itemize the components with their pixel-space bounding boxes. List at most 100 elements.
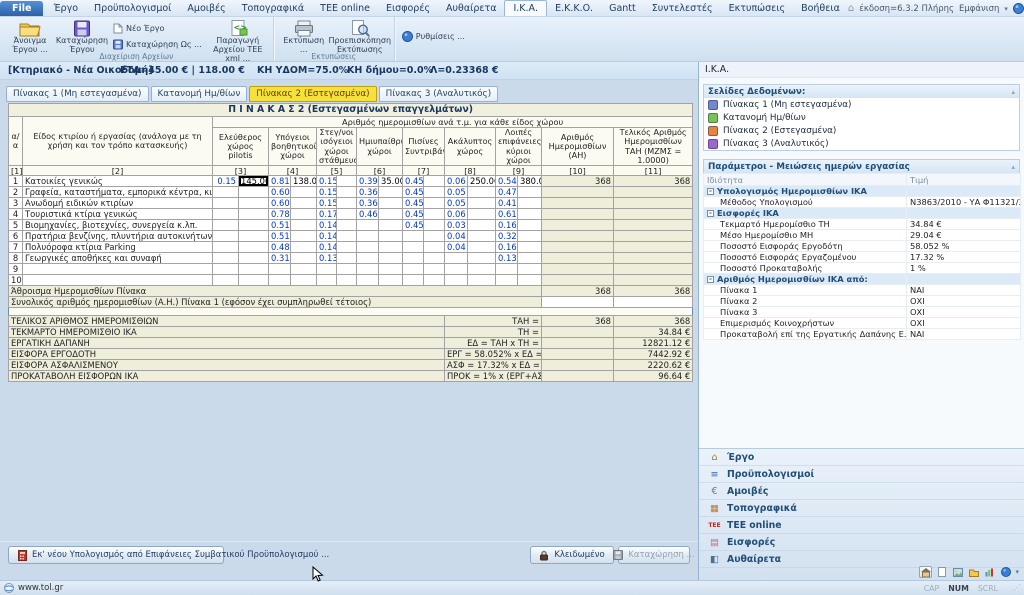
resize-grip[interactable]: ⋰ bbox=[1013, 583, 1021, 592]
grid-cell[interactable] bbox=[445, 275, 468, 286]
menu-tab[interactable]: Ε.Κ.Κ.Ο. bbox=[547, 1, 601, 16]
collapse-icon[interactable]: ▴ bbox=[1011, 88, 1015, 96]
param-value-cell[interactable]: 34.84 € bbox=[907, 219, 1021, 230]
grid-cell[interactable] bbox=[403, 231, 424, 242]
grid-cell[interactable] bbox=[379, 231, 403, 242]
menu-tab[interactable]: Gantt bbox=[601, 1, 644, 16]
param-label-cell[interactable]: -Ποσοστό Προκαταβολής bbox=[704, 263, 907, 274]
param-value-cell[interactable] bbox=[907, 208, 1021, 219]
nav-item[interactable]: € Αμοιβές bbox=[699, 483, 1024, 500]
nav-item[interactable]: ▤ Εισφορές bbox=[699, 534, 1024, 551]
grid-cell[interactable]: 0.15 bbox=[317, 198, 337, 209]
menu-tab[interactable]: Τοπογραφικά bbox=[234, 1, 312, 16]
grid-cell[interactable]: 0.15 bbox=[317, 176, 337, 187]
grid-cell[interactable]: 0.05 bbox=[445, 198, 468, 209]
grid-cell[interactable] bbox=[496, 275, 518, 286]
grid-cell[interactable] bbox=[239, 187, 269, 198]
param-label-cell[interactable]: -Πίνακα 2 bbox=[704, 296, 907, 307]
grid-cell[interactable] bbox=[291, 198, 317, 209]
grid-cell[interactable] bbox=[468, 220, 496, 231]
grid-cell[interactable] bbox=[424, 264, 445, 275]
nav-item[interactable]: ▦ Τοπογραφικά bbox=[699, 500, 1024, 517]
grid-cell[interactable] bbox=[291, 264, 317, 275]
grid-cell[interactable] bbox=[468, 275, 496, 286]
menu-tab[interactable]: Εκτυπώσεις bbox=[721, 1, 793, 16]
grid-cell[interactable] bbox=[445, 264, 468, 275]
param-value-cell[interactable]: Ν3863/2010 - ΥΑ Φ11321/2014 bbox=[907, 197, 1021, 208]
grid-cell[interactable] bbox=[357, 275, 379, 286]
param-label-cell[interactable]: -Ποσοστό Εισφοράς Εργοδότη bbox=[704, 241, 907, 252]
grid-cell[interactable] bbox=[518, 198, 542, 209]
grid-cell[interactable] bbox=[357, 253, 379, 264]
grid-cell[interactable] bbox=[403, 253, 424, 264]
open-project-button[interactable]: Άνοιγμα Έργου ... bbox=[4, 18, 56, 55]
home-icon[interactable]: ⌂ bbox=[848, 3, 854, 14]
nav-item[interactable]: ⌂ Έργο bbox=[699, 449, 1024, 466]
grid-cell[interactable]: 0.48 bbox=[269, 242, 291, 253]
grid-cell[interactable] bbox=[518, 209, 542, 220]
grid-cell[interactable] bbox=[403, 264, 424, 275]
grid-cell[interactable]: 0.45 bbox=[403, 187, 424, 198]
grid-cell[interactable] bbox=[269, 275, 291, 286]
image-mini-icon[interactable] bbox=[951, 566, 964, 578]
grid-cell[interactable] bbox=[379, 275, 403, 286]
grid-cell[interactable] bbox=[239, 231, 269, 242]
grid-cell[interactable] bbox=[269, 264, 291, 275]
grid-cell[interactable]: 0.45 bbox=[403, 220, 424, 231]
grid-cell[interactable]: 145.00 bbox=[239, 176, 269, 187]
grid-cell[interactable] bbox=[337, 220, 357, 231]
grid-cell[interactable] bbox=[518, 242, 542, 253]
building-kind-cell[interactable]: Τουριστικά κτίρια γενικώς bbox=[23, 209, 213, 220]
grid-cell[interactable] bbox=[468, 198, 496, 209]
grid-cell[interactable] bbox=[317, 264, 337, 275]
grid-cell[interactable] bbox=[337, 264, 357, 275]
chevron-down-icon[interactable]: ▾ bbox=[1004, 5, 1008, 13]
grid-cell[interactable] bbox=[213, 275, 239, 286]
grid-cell[interactable]: 35.00 bbox=[379, 176, 403, 187]
grid-cell[interactable] bbox=[468, 264, 496, 275]
grid-cell[interactable] bbox=[291, 220, 317, 231]
param-label-cell[interactable]: -Πίνακα 1 bbox=[704, 285, 907, 296]
grid-cell[interactable]: 0.41 bbox=[496, 198, 518, 209]
param-value-cell[interactable]: 17.32 % bbox=[907, 252, 1021, 263]
building-kind-cell[interactable]: Πολυόροφα κτίρια Parking bbox=[23, 242, 213, 253]
grid-cell[interactable] bbox=[239, 209, 269, 220]
grid-cell[interactable] bbox=[468, 253, 496, 264]
grid-cell[interactable]: 0.51 bbox=[269, 220, 291, 231]
grid-cell[interactable] bbox=[213, 220, 239, 231]
collapse-icon[interactable]: ▴ bbox=[1011, 163, 1015, 171]
building-kind-cell[interactable]: Βιομηχανίες, βιοτεχνίες, συνεργεία κ.λπ. bbox=[23, 220, 213, 231]
grid-cell[interactable]: 0.14 bbox=[317, 242, 337, 253]
params-header[interactable]: Παράμετροι - Μειώσεις ημερών εργασίας ▴ bbox=[704, 160, 1019, 173]
grid-cell[interactable] bbox=[213, 198, 239, 209]
grid-cell[interactable] bbox=[518, 275, 542, 286]
nav-item[interactable]: TEE ΤΕΕ online bbox=[699, 517, 1024, 534]
param-label-cell[interactable]: -Αριθμός Ημερομισθίων ΙΚΑ από: bbox=[704, 274, 907, 285]
building-kind-cell[interactable]: Γραφεία, καταστήματα, εμπορικά κέντρα, κ… bbox=[23, 187, 213, 198]
grid-cell[interactable]: 0.04 bbox=[445, 242, 468, 253]
data-page-item[interactable]: Κατανομή Ημ/θίων bbox=[704, 111, 1019, 124]
menu-tab[interactable]: Ι.Κ.Α. bbox=[504, 0, 547, 16]
grid-cell[interactable] bbox=[337, 253, 357, 264]
param-value-cell[interactable]: ΟΧΙ bbox=[907, 307, 1021, 318]
grid-cell[interactable] bbox=[291, 253, 317, 264]
help-icon[interactable] bbox=[1013, 3, 1024, 14]
grid-cell[interactable]: 0.17 bbox=[317, 209, 337, 220]
chart-mini-icon[interactable] bbox=[983, 566, 996, 578]
data-page-item[interactable]: Πίνακας 2 (Εστεγασμένα) bbox=[704, 124, 1019, 137]
recalculate-button[interactable]: Εκ' νέου Υπολογισμός από Επιφάνειες Συμβ… bbox=[8, 546, 224, 564]
grid-cell[interactable] bbox=[357, 231, 379, 242]
menu-tab[interactable]: Εισφορές bbox=[378, 1, 438, 16]
param-label-cell[interactable]: -Τεκμαρτό Ημερομίσθιο ΤΗ bbox=[704, 219, 907, 230]
param-value-cell[interactable]: 1 % bbox=[907, 263, 1021, 274]
grid-cell[interactable] bbox=[213, 209, 239, 220]
grid-cell[interactable]: 0.16 bbox=[496, 220, 518, 231]
grid-cell[interactable] bbox=[424, 187, 445, 198]
grid-cell[interactable] bbox=[291, 209, 317, 220]
overflow-icon[interactable]: ▾ bbox=[1015, 568, 1019, 576]
building-kind-cell[interactable]: Πρατήρια βενζίνης, πλυντήρια αυτοκινήτων bbox=[23, 231, 213, 242]
grid-cell[interactable] bbox=[468, 209, 496, 220]
building-kind-cell[interactable]: Ανωδομή ειδικών κτιρίων bbox=[23, 198, 213, 209]
grid-cell[interactable] bbox=[213, 231, 239, 242]
menu-tab[interactable]: Αυθαίρετα bbox=[438, 1, 504, 16]
